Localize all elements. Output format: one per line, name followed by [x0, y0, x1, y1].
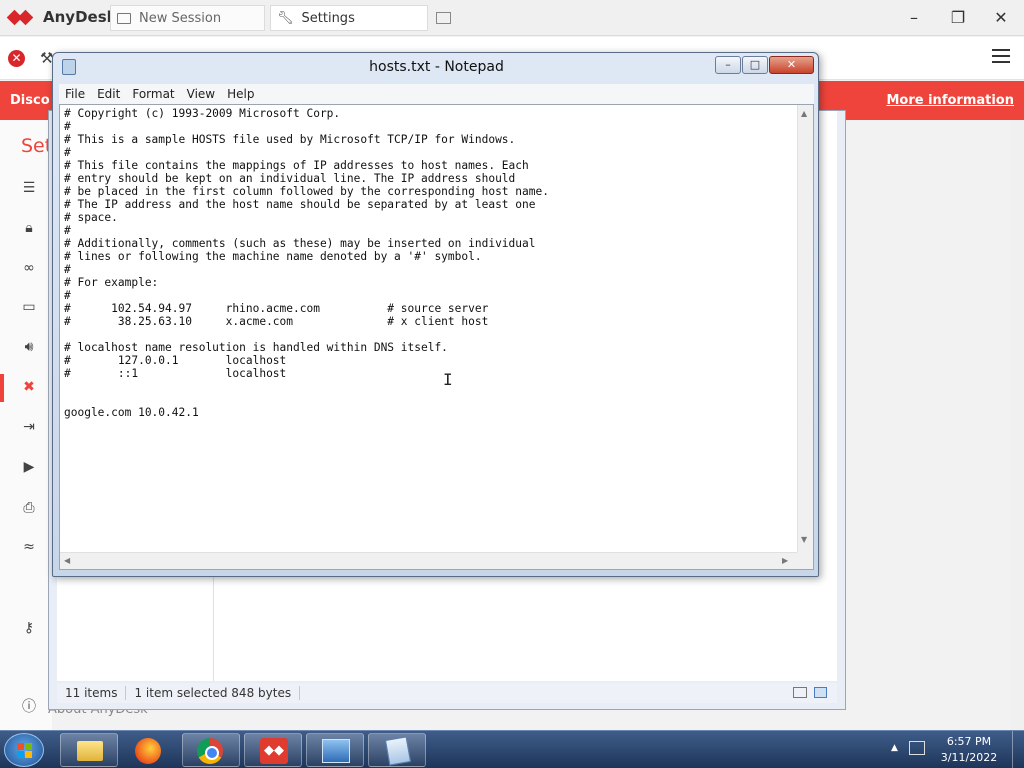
windows-logo-icon [17, 743, 33, 759]
item-count: 11 items [57, 686, 127, 700]
anydesk-app-name: AnyDesk [43, 8, 117, 26]
anydesk-scrollbar[interactable] [1010, 120, 1024, 730]
more-information-link[interactable]: More information [886, 93, 1014, 108]
speaker-icon[interactable]: 🔊︎ [20, 338, 38, 356]
network-icon[interactable] [909, 741, 925, 755]
tab-new-session-label: New Session [139, 10, 222, 26]
clock-time[interactable]: 6:57 PM [939, 735, 999, 748]
vertical-scrollbar[interactable]: ▲ ▼ [797, 105, 813, 552]
scroll-up-arrow-icon[interactable]: ▲ [801, 109, 807, 118]
hosts-file-text[interactable]: # Copyright (c) 1993-2009 Microsoft Corp… [64, 107, 792, 547]
banner-text: Disco [10, 93, 50, 108]
minimize-button[interactable]: – [904, 8, 924, 27]
notepad-close-button[interactable]: ✕ [769, 56, 814, 74]
details-view-icon[interactable] [793, 687, 807, 698]
anydesk-logo: AnyDesk [6, 8, 117, 26]
menu-help[interactable]: Help [221, 87, 260, 101]
anydesk-titlebar: AnyDesk New Session 🔧︎ Settings – ❐ ✕ [0, 0, 1024, 36]
wrench-icon: 🔧︎ [277, 10, 294, 26]
hamburger-menu-icon[interactable] [992, 49, 1010, 67]
notepad-title: hosts.txt - Notepad [369, 59, 504, 75]
monitor-icon[interactable]: ▭ [20, 298, 38, 316]
lock-icon[interactable]: 🔒︎ [20, 219, 38, 237]
menu-format[interactable]: Format [126, 87, 180, 101]
notepad-minimize-button[interactable]: – [715, 56, 741, 74]
notepad-editor[interactable]: # Copyright (c) 1993-2009 Microsoft Corp… [59, 104, 814, 570]
taskbar-explorer[interactable] [60, 733, 118, 767]
key-icon[interactable]: ⚷ [20, 619, 38, 637]
notepad-window: hosts.txt - Notepad – □ ✕ File Edit Form… [52, 52, 819, 577]
taskbar-control-panel[interactable] [306, 733, 364, 767]
menu-file[interactable]: File [59, 87, 91, 101]
show-desktop-button[interactable] [1012, 731, 1024, 768]
taskbar-chrome[interactable] [182, 733, 240, 767]
tab-settings[interactable]: 🔧︎ Settings [270, 5, 428, 31]
active-indicator [0, 374, 4, 402]
notepad-menubar: File Edit Format View Help [59, 84, 814, 104]
horizontal-scrollbar[interactable]: ◀ ▶ [60, 552, 798, 569]
start-button[interactable] [4, 733, 44, 767]
control-panel-icon [322, 739, 350, 763]
wifi-icon[interactable]: ≈ [20, 538, 38, 556]
file-transfer-icon[interactable]: ⇥ [20, 418, 38, 436]
text-cursor-icon: I [443, 370, 453, 389]
glasses-icon[interactable]: ∞ [20, 259, 38, 277]
scroll-down-arrow-icon[interactable]: ▼ [801, 535, 807, 544]
recording-icon[interactable]: ▶ [20, 458, 38, 476]
show-hidden-icons-icon[interactable]: ▲ [891, 743, 898, 753]
printer-icon[interactable]: ⎙ [20, 499, 38, 517]
taskbar-anydesk[interactable]: ◆◆ [244, 733, 302, 767]
chrome-icon [197, 738, 223, 764]
restore-button[interactable]: ❐ [948, 8, 968, 27]
taskbar-firefox[interactable] [122, 733, 180, 767]
explorer-status-bar: 11 items 1 item selected 848 bytes [57, 683, 837, 703]
monitor-icon [117, 12, 131, 24]
folder-icon [77, 741, 103, 761]
menu-view[interactable]: View [181, 87, 221, 101]
connection-icon[interactable]: ✖ [20, 378, 38, 396]
taskbar: ◆◆ ▲ 6:57 PM 3/11/2022 [0, 730, 1024, 768]
system-tray: ▲ 6:57 PM 3/11/2022 [889, 731, 1024, 768]
disconnect-icon[interactable]: ✕ [8, 50, 25, 67]
taskbar-notepad[interactable] [368, 733, 426, 767]
clock-date[interactable]: 3/11/2022 [939, 751, 999, 764]
notepad-maximize-button[interactable]: □ [742, 56, 768, 74]
selection-info: 1 item selected 848 bytes [126, 686, 301, 700]
firefox-icon [135, 738, 161, 764]
large-icons-view-icon[interactable] [814, 687, 827, 698]
close-button[interactable]: ✕ [991, 8, 1011, 27]
tab-new-session[interactable]: New Session [110, 5, 265, 31]
notepad-icon [384, 736, 412, 766]
new-tab-button[interactable] [436, 12, 451, 24]
tab-settings-label: Settings [301, 10, 355, 26]
scroll-right-arrow-icon[interactable]: ▶ [782, 556, 788, 565]
menu-edit[interactable]: Edit [91, 87, 126, 101]
anydesk-icon: ◆◆ [260, 738, 288, 764]
scroll-left-arrow-icon[interactable]: ◀ [64, 556, 70, 565]
info-icon[interactable]: ⓘ [20, 698, 38, 716]
list-icon[interactable]: ☰ [20, 179, 38, 197]
